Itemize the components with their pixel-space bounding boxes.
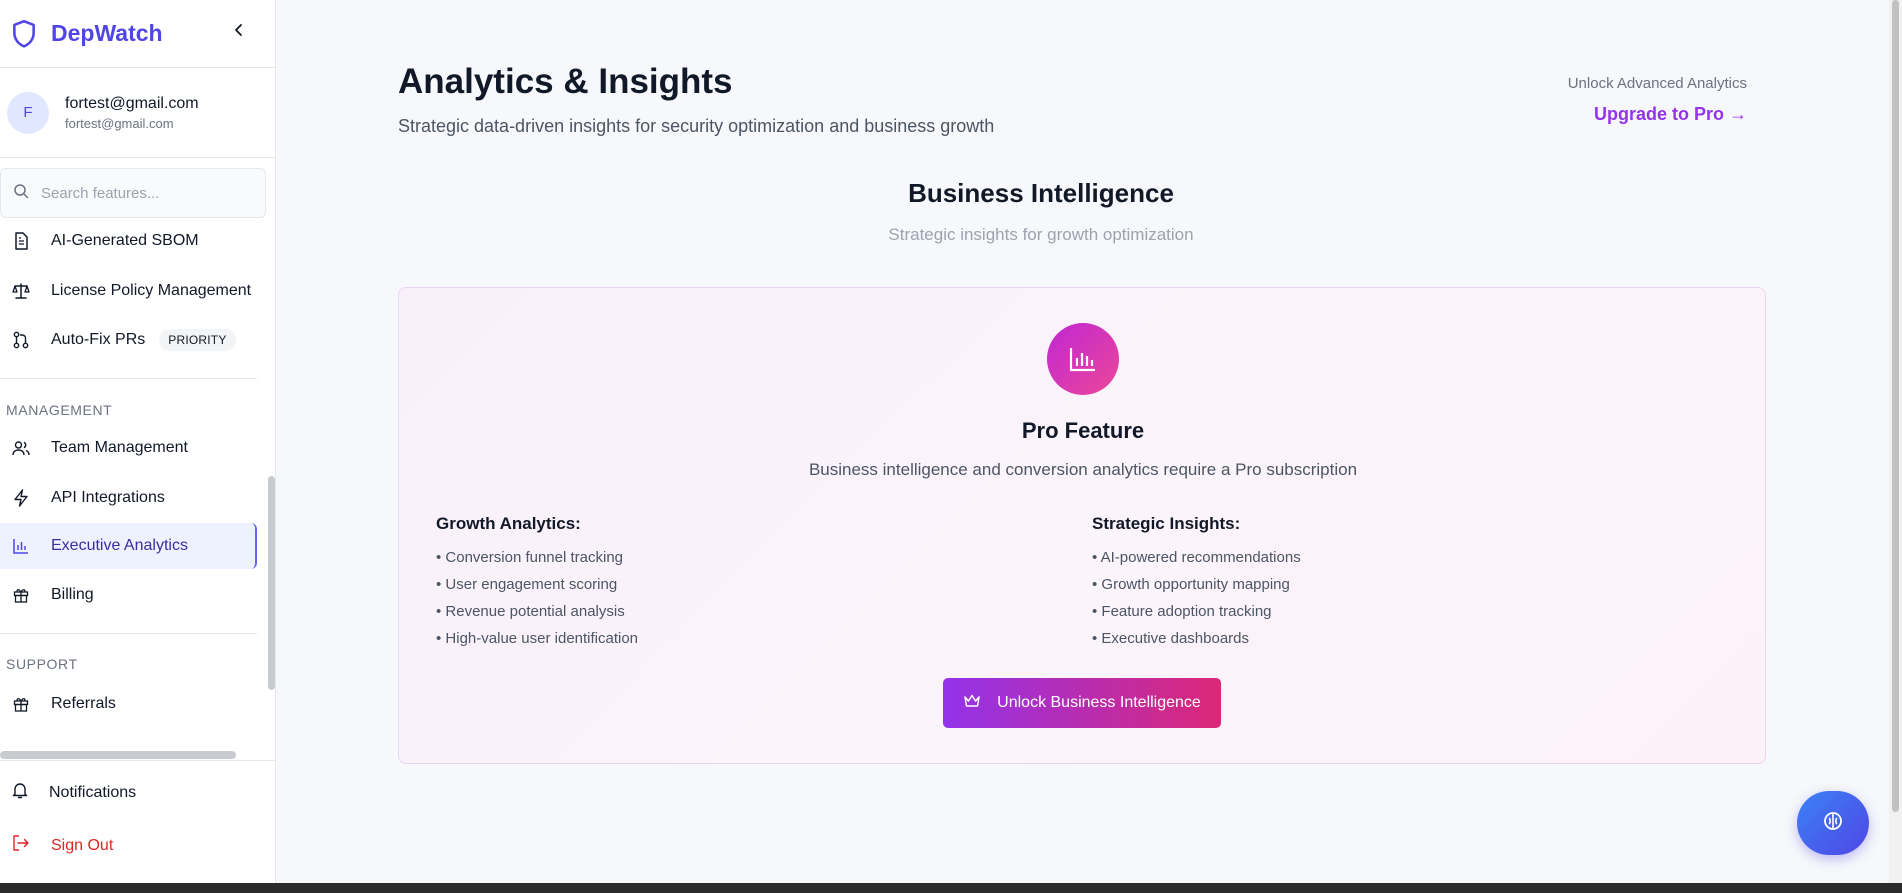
unlock-business-intelligence-button[interactable]: Unlock Business Intelligence — [943, 678, 1221, 728]
sidebar-item-label: License Policy Management — [51, 282, 252, 299]
sidebar-item-label: Referrals — [51, 695, 116, 712]
logout-icon — [12, 835, 30, 856]
sidebar-item-auto-fix-prs[interactable]: Auto-Fix PRs PRIORITY — [0, 317, 257, 363]
sidebar-horizontal-scrollbar[interactable] — [0, 751, 236, 759]
page-subtitle: Strategic data-driven insights for secur… — [398, 116, 995, 136]
users-icon — [12, 439, 30, 457]
scale-icon — [12, 282, 30, 300]
nav-divider — [0, 378, 257, 379]
growth-analytics-title: Growth Analytics: — [436, 514, 581, 533]
sidebar-item-label: Auto-Fix PRs — [51, 331, 146, 348]
user-profile[interactable]: F fortest@gmail.com fortest@gmail.com — [0, 68, 275, 158]
sidebar-nav: AI-Generated SBOM License Policy Managem… — [0, 226, 266, 750]
pro-feature-card: Pro Feature Business intelligence and co… — [398, 287, 1766, 764]
page-title: Analytics & Insights — [398, 62, 733, 101]
lightning-icon — [12, 489, 30, 507]
brain-icon — [1823, 811, 1843, 836]
sidebar-item-executive-analytics[interactable]: Executive Analytics — [0, 523, 257, 569]
list-item: • User engagement scoring — [436, 576, 618, 593]
chevron-left-icon — [233, 23, 245, 42]
brand-name[interactable]: DepWatch — [51, 20, 163, 47]
search-input[interactable] — [41, 184, 241, 202]
sidebar-item-label: Team Management — [51, 439, 188, 456]
sidebar-item-license-policy-management[interactable]: License Policy Management — [0, 268, 257, 314]
sidebar-item-label: API Integrations — [51, 489, 165, 506]
section-subtitle: Strategic insights for growth optimizati… — [888, 225, 1194, 244]
sidebar: DepWatch F fortest@gmail.com fortest@gma… — [0, 0, 276, 883]
sidebar-item-label: Billing — [51, 586, 94, 603]
nav-divider — [0, 633, 257, 634]
sidebar-item-label: Executive Analytics — [51, 537, 188, 554]
section-title: Business Intelligence — [908, 178, 1174, 208]
scrollbar-thumb[interactable] — [1892, 0, 1899, 812]
sidebar-item-team-management[interactable]: Team Management — [0, 425, 257, 471]
upgrade-to-pro-link[interactable]: Upgrade to Pro → — [1594, 104, 1747, 125]
gift-icon — [12, 586, 30, 604]
list-item: • Growth opportunity mapping — [1092, 576, 1290, 593]
page-vertical-scrollbar[interactable] — [1889, 0, 1902, 883]
avatar: F — [7, 91, 49, 134]
sign-out-label: Sign Out — [51, 836, 114, 854]
sidebar-item-referrals[interactable]: Referrals — [0, 681, 257, 727]
gift-icon — [12, 695, 30, 713]
sign-out-button[interactable]: Sign Out — [12, 835, 113, 856]
sidebar-item-ai-generated-sbom[interactable]: AI-Generated SBOM — [0, 226, 257, 264]
sidebar-item-api-integrations[interactable]: API Integrations — [0, 475, 257, 521]
crown-icon — [963, 694, 981, 713]
git-pull-request-icon — [12, 331, 30, 349]
section-label-support: SUPPORT — [6, 656, 78, 672]
list-item: • Feature adoption tracking — [1092, 603, 1272, 620]
upgrade-caption: Unlock Advanced Analytics — [1567, 75, 1747, 92]
sidebar-bottom: Notifications Sign Out — [0, 760, 276, 883]
pro-feature-description: Business intelligence and conversion ana… — [808, 460, 1358, 479]
notifications-button[interactable]: Notifications — [12, 781, 136, 804]
list-item: • Conversion funnel tracking — [436, 549, 624, 566]
user-email: fortest@gmail.com — [65, 115, 174, 131]
strategic-insights-title: Strategic Insights: — [1092, 514, 1241, 533]
bar-chart-icon — [12, 537, 30, 555]
collapse-sidebar-button[interactable] — [228, 20, 250, 44]
bell-icon — [12, 781, 28, 804]
list-item: • Revenue potential analysis — [436, 603, 625, 620]
strategic-insights-list: Strategic Insights: • AI-powered recomme… — [1092, 514, 1301, 652]
user-name: fortest@gmail.com — [65, 94, 199, 112]
list-item: • AI-powered recommendations — [1092, 549, 1301, 566]
notifications-label: Notifications — [49, 783, 137, 801]
priority-badge: PRIORITY — [159, 329, 236, 351]
pro-feature-title: Pro Feature — [1021, 418, 1145, 443]
window-bottom-edge — [0, 883, 1902, 893]
search-icon — [13, 183, 29, 204]
shield-icon — [9, 17, 39, 51]
bar-chart-icon — [1047, 323, 1119, 395]
list-item: • Executive dashboards — [1092, 630, 1250, 647]
list-item: • High-value user identification — [436, 630, 639, 647]
section-label-management: MANAGEMENT — [6, 402, 113, 418]
sidebar-item-label: AI-Generated SBOM — [51, 232, 199, 249]
sidebar-item-billing[interactable]: Billing — [0, 572, 257, 618]
sidebar-vertical-scrollbar[interactable] — [268, 476, 275, 690]
search-box — [0, 168, 266, 218]
ai-assistant-button[interactable] — [1797, 791, 1869, 855]
main-content: Analytics & Insights Strategic data-driv… — [277, 0, 1887, 883]
unlock-button-label: Unlock Business Intelligence — [997, 694, 1201, 711]
growth-analytics-list: Growth Analytics: • Conversion funnel tr… — [436, 514, 638, 652]
document-icon — [12, 232, 30, 250]
